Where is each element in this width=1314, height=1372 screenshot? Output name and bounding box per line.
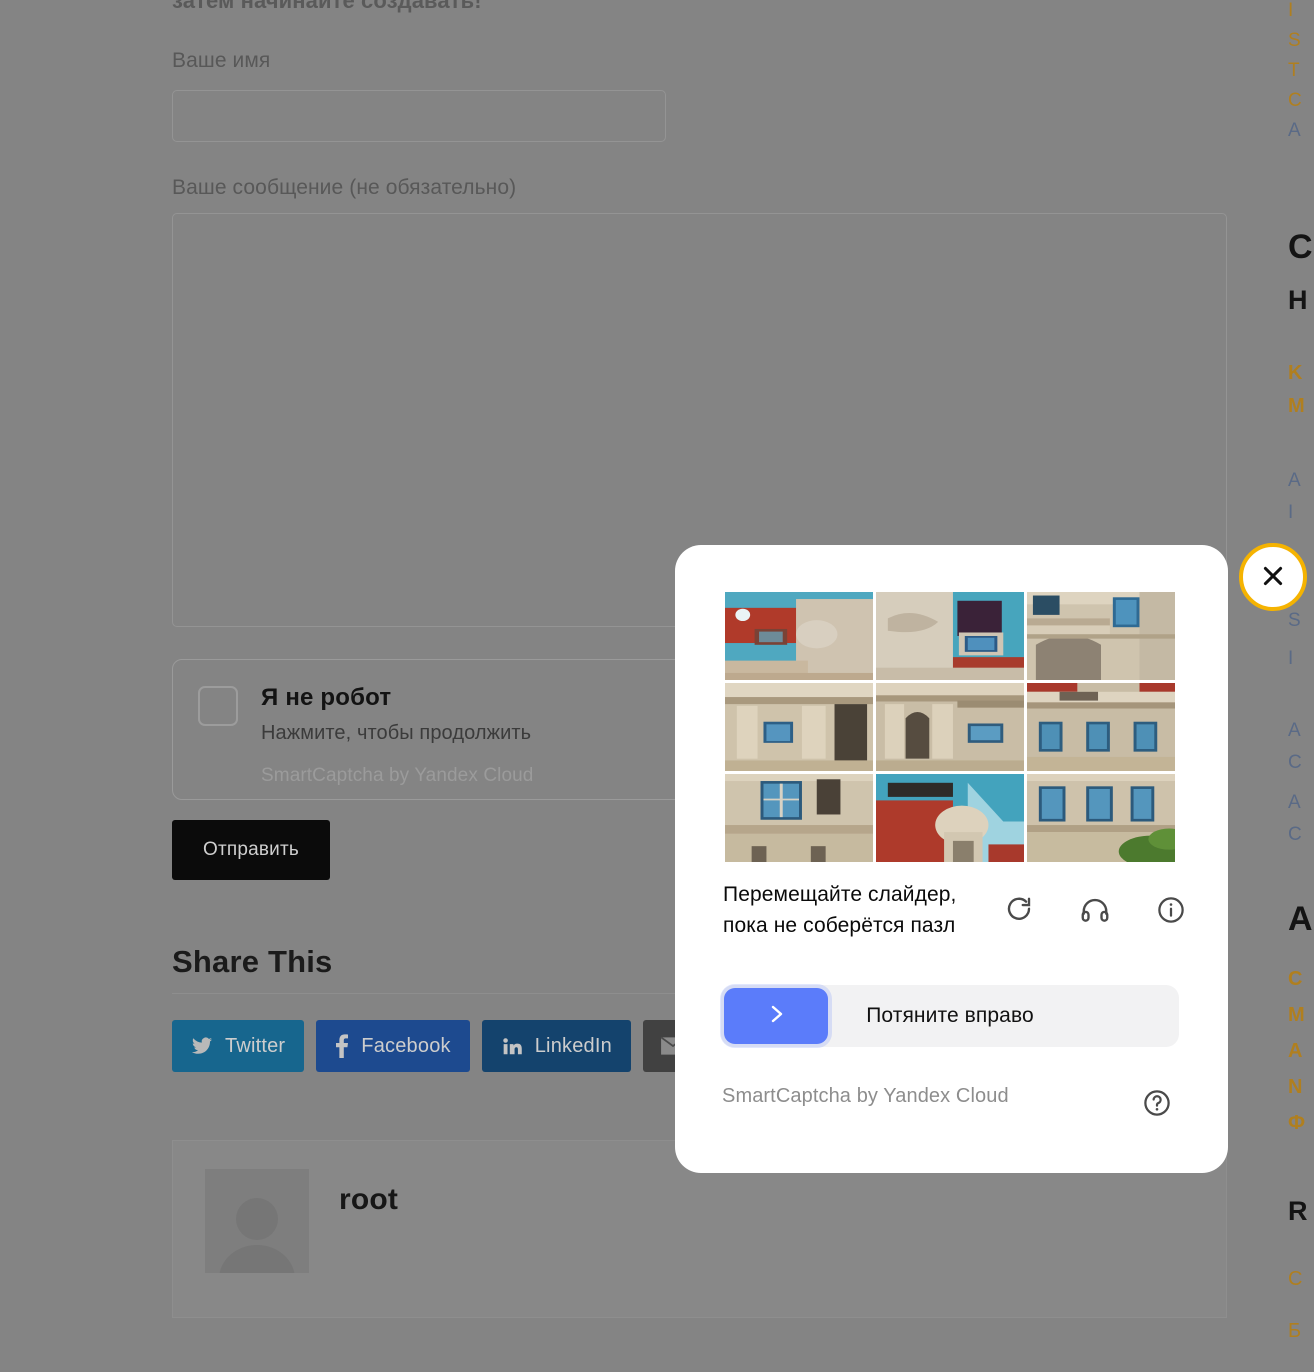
share-linkedin-button[interactable]: LinkedIn (481, 1020, 631, 1072)
puzzle-tile-4[interactable] (725, 683, 873, 771)
smartcaptcha-modal: Перемещайте слайдер, пока не соберётся п… (675, 545, 1228, 1173)
captcha-hint-line-1: Перемещайте слайдер, (723, 883, 957, 906)
sidebar-text-fragment: N (1288, 1076, 1303, 1098)
sidebar-text-fragment: A (1288, 720, 1301, 741)
share-facebook-label: Facebook (361, 1034, 451, 1057)
facebook-icon (335, 1034, 349, 1058)
reload-icon[interactable] (1002, 893, 1036, 927)
sidebar-text-fragment: I (1288, 0, 1294, 21)
captcha-title: Я не робот (261, 684, 392, 711)
share-linkedin-label: LinkedIn (534, 1034, 612, 1057)
share-twitter-label: Twitter (225, 1034, 286, 1057)
sidebar-text-fragment: M (1288, 1004, 1305, 1026)
sidebar-text-fragment: S (1288, 30, 1301, 51)
share-section-title: Share This (172, 944, 333, 979)
captcha-checkbox[interactable] (198, 686, 238, 726)
message-field-label: Ваше сообщение (не обязательно) (172, 176, 517, 199)
submit-button[interactable]: Отправить (172, 820, 330, 880)
share-facebook-button[interactable]: Facebook (316, 1020, 470, 1072)
help-circle-icon[interactable] (1141, 1087, 1173, 1119)
puzzle-tile-3[interactable] (1027, 592, 1175, 680)
captcha-hint-text: Перемещайте слайдер, пока не соберётся п… (723, 879, 956, 941)
puzzle-tile-5[interactable] (876, 683, 1024, 771)
puzzle-tile-7[interactable] (725, 774, 873, 862)
sidebar-text-fragment: C (1288, 968, 1303, 990)
sidebar-text-fragment: I (1288, 502, 1294, 523)
sidebar-text-fragment: C (1288, 752, 1302, 773)
author-name: root (339, 1183, 399, 1216)
captcha-puzzle-grid[interactable] (725, 592, 1175, 862)
sidebar-text-fragment: Б (1288, 1320, 1302, 1342)
sidebar-text-fragment: C (1288, 824, 1302, 845)
captcha-modal-brand: SmartCaptcha by Yandex Cloud (722, 1085, 1009, 1107)
name-input[interactable] (172, 90, 666, 142)
sidebar-text-fragment: A (1288, 792, 1301, 813)
captcha-slider-track[interactable]: Потяните вправо (721, 985, 1179, 1047)
captcha-subtitle: Нажмите, чтобы продолжить (261, 722, 532, 744)
captcha-hint-line-2: пока не соберётся пазл (723, 914, 956, 937)
sidebar-text-fragment: A (1288, 120, 1301, 141)
sidebar-text-fragment: S (1288, 610, 1301, 631)
info-icon[interactable] (1154, 893, 1188, 927)
captcha-slider-handle[interactable] (724, 988, 828, 1044)
sidebar-text-fragment: A (1288, 1040, 1303, 1062)
sidebar-clipped-edge: ISTCACHKMAISIACACACMANФRCБ (1288, 0, 1314, 1372)
headphones-icon[interactable] (1078, 893, 1112, 927)
puzzle-tile-8[interactable] (876, 774, 1024, 862)
captcha-brand: SmartCaptcha by Yandex Cloud (261, 765, 534, 786)
captcha-tool-icons (1002, 893, 1188, 927)
sidebar-text-fragment: C (1288, 228, 1313, 266)
sidebar-text-fragment: I (1288, 648, 1294, 669)
puzzle-tile-9[interactable] (1027, 774, 1175, 862)
sidebar-text-fragment: A (1288, 470, 1301, 491)
name-field-label: Ваше имя (172, 49, 271, 72)
sidebar-text-fragment: R (1288, 1196, 1308, 1226)
cut-off-heading: затем начинайте создавать! (172, 0, 482, 13)
twitter-icon (191, 1035, 213, 1057)
chevron-right-icon (764, 1002, 788, 1031)
puzzle-tile-1[interactable] (725, 592, 873, 680)
sidebar-text-fragment: Ф (1288, 1112, 1306, 1134)
sidebar-text-fragment: C (1288, 1268, 1303, 1290)
sidebar-text-fragment: A (1288, 900, 1313, 938)
close-button[interactable] (1239, 543, 1307, 611)
share-twitter-button[interactable]: Twitter (172, 1020, 305, 1072)
sidebar-text-fragment: T (1288, 60, 1300, 81)
close-icon (1259, 562, 1287, 593)
sidebar-text-fragment: K (1288, 362, 1303, 384)
linkedin-icon (501, 1035, 523, 1057)
sidebar-text-fragment: C (1288, 90, 1302, 111)
sidebar-text-fragment: M (1288, 395, 1305, 417)
sidebar-text-fragment: H (1288, 285, 1308, 315)
puzzle-tile-6[interactable] (1027, 683, 1175, 771)
share-button-row: Twitter Facebook LinkedIn (172, 1020, 715, 1072)
puzzle-tile-2[interactable] (876, 592, 1024, 680)
avatar (205, 1169, 309, 1273)
